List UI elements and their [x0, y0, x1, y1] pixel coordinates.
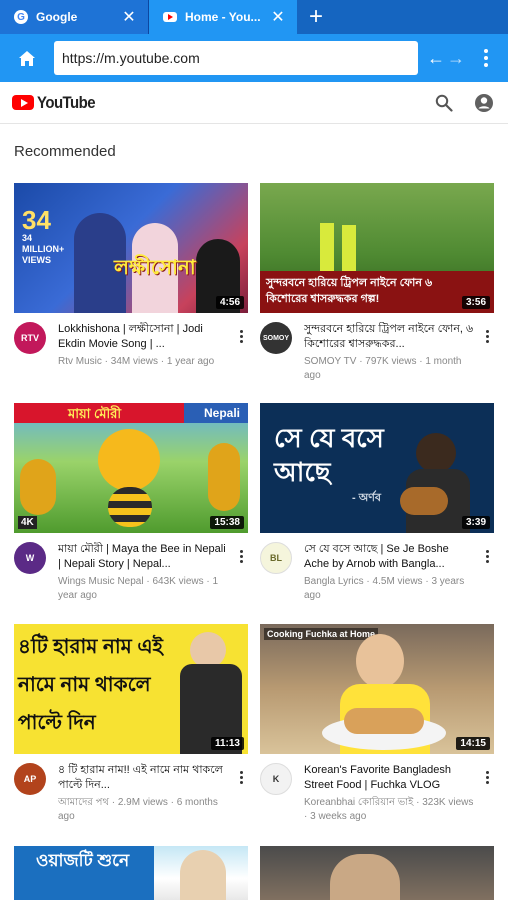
nav-arrows: ← → — [426, 48, 466, 69]
back-arrow-icon[interactable]: ← — [426, 48, 446, 69]
video-subtitle: Bangla Lyrics · 4.5M views · 3 years ago — [304, 576, 465, 601]
section-title: Recommended — [14, 143, 116, 160]
youtube-logo-text: YouTube — [37, 92, 96, 112]
tab-title: Home - You... — [185, 10, 261, 24]
video-title[interactable]: Lokkhishona | লক্ষীসোনা | Jodi Ekdin Mov… — [58, 322, 230, 352]
video-duration: 3:39 — [461, 516, 490, 529]
avatar[interactable]: W — [14, 542, 46, 574]
video-card[interactable]: সে যে বসে আছে - অর্ণব 3:39 BL সে যে বসে … — [260, 403, 494, 603]
close-tab-icon[interactable]: ✕ — [269, 7, 287, 27]
thumbnail-caption: Cooking Fuchka at Home — [264, 628, 379, 640]
video-meta: BL সে যে বসে আছে | Se Je Boshe Ache by A… — [260, 542, 494, 603]
video-title[interactable]: ৪ টি হারাম নাম!! এই নামে নাম থাকলে পাল্ট… — [58, 763, 230, 793]
video-title[interactable]: Korean's Favorite Bangladesh Street Food… — [304, 763, 476, 793]
new-tab-button[interactable]: + — [297, 0, 335, 34]
avatar[interactable]: RTV — [14, 322, 46, 354]
more-options-icon[interactable] — [480, 763, 494, 824]
video-thumbnail[interactable]: সুন্দরবনে হারিয়ে ট্রিপল নাইনে ফোন ৬ কিশ… — [260, 183, 494, 313]
home-button[interactable] — [0, 34, 54, 82]
more-options-icon[interactable] — [480, 322, 494, 383]
video-thumbnail[interactable]: 34 34 MILLION+ VIEWS লক্ষীসোনা 4:56 — [14, 183, 248, 313]
video-title[interactable]: সে যে বসে আছে | Se Je Boshe Ache by Arno… — [304, 542, 476, 572]
more-options-icon[interactable] — [234, 322, 248, 369]
google-favicon-icon: G — [14, 10, 28, 24]
video-duration: 11:13 — [210, 737, 244, 750]
video-thumbnail[interactable]: Cooking Fuchka at Home 14:15 — [260, 624, 494, 754]
video-subtitle: Koreanbhai কোরিয়ান ভাই · 323K views · 3… — [304, 797, 474, 822]
thumbnail-badge: 4K — [18, 516, 37, 529]
video-subtitle: Rtv Music · 34M views · 1 year ago — [58, 356, 215, 367]
tab-google[interactable]: G Google ✕ — [0, 0, 148, 34]
thumbnail-caption: ৪টি হারাম নাম এই নামে নাম থাকলে পাল্টে দ… — [18, 636, 163, 734]
video-meta: AP ৪ টি হারাম নাম!! এই নামে নাম থাকলে পা… — [14, 763, 248, 824]
thumbnail-tag: Nepali — [203, 406, 240, 420]
avatar[interactable]: BL — [260, 542, 292, 574]
video-meta: RTV Lokkhishona | লক্ষীসোনা | Jodi Ekdin… — [14, 322, 248, 369]
video-subtitle: Wings Music Nepal · 643K views · 1 year … — [58, 576, 219, 601]
video-card[interactable]: 34 34 MILLION+ VIEWS লক্ষীসোনা 4:56 RTV … — [14, 183, 248, 369]
thumbnail-caption: মায়া মৌরী — [68, 406, 122, 421]
search-button[interactable] — [432, 91, 456, 115]
video-card[interactable]: মায়া মৌরী Nepali 4K 15:38 W মায়া মৌরী … — [14, 403, 248, 603]
video-meta: SOMOY সুন্দরবনে হারিয়ে ট্রিপল নাইনে ফোন… — [260, 322, 494, 383]
thumbnail-caption: 34 — [22, 205, 51, 235]
more-options-icon[interactable] — [234, 763, 248, 824]
home-icon — [19, 50, 35, 66]
tab-youtube[interactable]: Home - You... ✕ — [149, 0, 297, 34]
video-subtitle: আমাদের পথ · 2.9M views · 6 months ago — [58, 797, 218, 822]
video-duration: 14:15 — [456, 737, 490, 750]
video-duration: 3:56 — [461, 296, 490, 309]
avatar[interactable]: K — [260, 763, 292, 795]
video-card[interactable]: ৪টি হারাম নাম এই নামে নাম থাকলে পাল্টে দ… — [14, 624, 248, 824]
video-meta: W মায়া মৌরী | Maya the Bee in Nepali | … — [14, 542, 248, 603]
video-thumbnail[interactable]: ৪টি হারাম নাম এই নামে নাম থাকলে পাল্টে দ… — [14, 624, 248, 754]
video-title[interactable]: সুন্দরবনে হারিয়ে ট্রিপল নাইনে ফোন, ৬ কি… — [304, 322, 476, 352]
video-duration: 15:38 — [210, 516, 244, 529]
address-bar: https://m.youtube.com ← → — [0, 34, 508, 82]
browser-tab-strip: G Google ✕ Home - You... ✕ + — [0, 0, 508, 34]
video-duration: 4:56 — [215, 296, 244, 309]
browser-menu-icon[interactable] — [476, 49, 496, 67]
tab-title: Google — [36, 10, 78, 24]
youtube-favicon-icon — [163, 12, 177, 22]
video-card[interactable] — [260, 846, 494, 900]
video-card[interactable]: ওয়াজটি শুনে — [14, 846, 248, 900]
thumbnail-caption: ওয়াজটি শুনে — [36, 851, 130, 870]
youtube-play-icon — [12, 95, 34, 110]
video-thumbnail[interactable]: ওয়াজটি শুনে — [14, 846, 248, 900]
account-button[interactable] — [472, 91, 496, 115]
url-input[interactable]: https://m.youtube.com — [54, 41, 418, 75]
forward-arrow-icon[interactable]: → — [446, 48, 466, 69]
video-thumbnail[interactable] — [260, 846, 494, 900]
thumbnail-subcaption: - অর্ণব — [352, 492, 382, 504]
video-meta: K Korean's Favorite Bangladesh Street Fo… — [260, 763, 494, 824]
more-options-icon[interactable] — [480, 542, 494, 603]
thumbnail-caption: সুন্দরবনে হারিয়ে ট্রিপল নাইনে ফোন ৬ কিশ… — [266, 277, 433, 305]
video-card[interactable]: Cooking Fuchka at Home 14:15 K Korean's … — [260, 624, 494, 824]
search-icon — [435, 94, 453, 112]
video-card[interactable]: সুন্দরবনে হারিয়ে ট্রিপল নাইনে ফোন ৬ কিশ… — [260, 183, 494, 383]
close-tab-icon[interactable]: ✕ — [120, 7, 138, 27]
video-thumbnail[interactable]: সে যে বসে আছে - অর্ণব 3:39 — [260, 403, 494, 533]
avatar[interactable]: SOMOY — [260, 322, 292, 354]
avatar[interactable]: AP — [14, 763, 46, 795]
thumbnail-caption: 34 MILLION+ VIEWS — [22, 233, 65, 265]
thumbnail-caption: সে যে বসে আছে — [274, 423, 384, 487]
youtube-header: YouTube — [0, 82, 508, 124]
video-thumbnail[interactable]: মায়া মৌরী Nepali 4K 15:38 — [14, 403, 248, 533]
youtube-logo[interactable]: YouTube — [12, 93, 103, 113]
more-options-icon[interactable] — [234, 542, 248, 603]
video-subtitle: SOMOY TV · 797K views · 1 month ago — [304, 356, 462, 381]
account-icon — [475, 93, 493, 112]
video-title[interactable]: মায়া মৌরী | Maya the Bee in Nepali | Ne… — [58, 542, 230, 572]
